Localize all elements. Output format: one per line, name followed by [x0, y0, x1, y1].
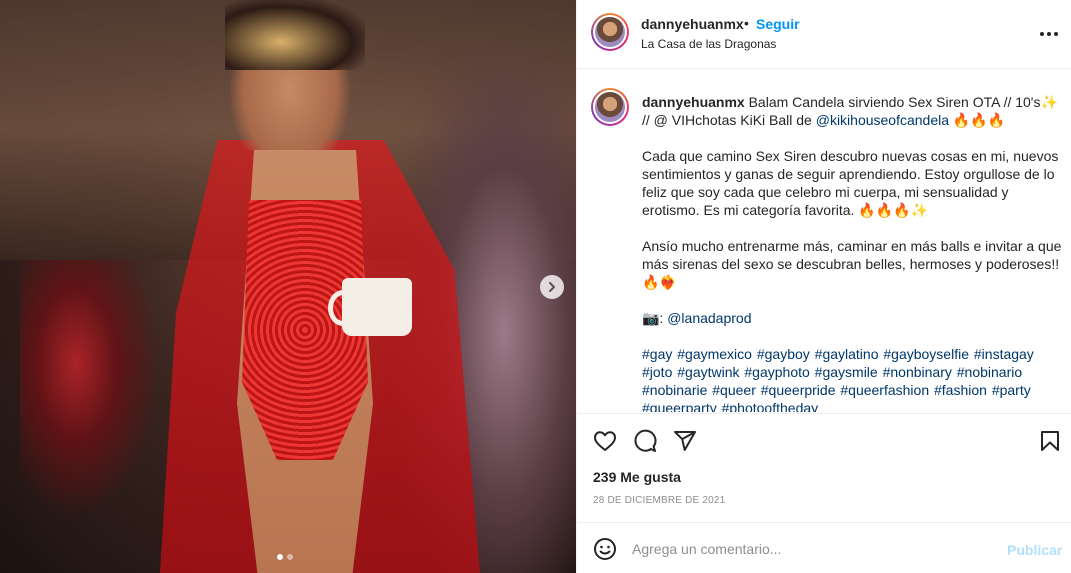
- post-panel: dannyehuanmx • Seguir La Casa de las Dra…: [576, 0, 1071, 573]
- more-icon: [1040, 32, 1058, 36]
- subject-hair: [225, 0, 365, 70]
- caption-line1-end: 🔥🔥🔥: [949, 112, 1006, 128]
- comment-icon: [634, 429, 657, 452]
- bookmark-icon: [1041, 431, 1059, 451]
- caption-avatar[interactable]: [591, 88, 629, 126]
- like-button[interactable]: [591, 427, 619, 455]
- like-count[interactable]: 239 Me gusta: [593, 469, 681, 485]
- location-link[interactable]: La Casa de las Dragonas: [641, 37, 776, 51]
- media-background-lights: [20, 260, 160, 520]
- post-date: 28 DE DICIEMBRE DE 2021: [593, 495, 726, 506]
- caption-username[interactable]: dannyehuanmx: [642, 94, 745, 110]
- action-bar: [577, 413, 1071, 468]
- comment-input[interactable]: [632, 537, 992, 561]
- caption-paragraph-3: Ansío mucho entrenarme más, caminar en m…: [642, 238, 1062, 290]
- post-caption: dannyehuanmx Balam Candela sirviendo Sex…: [577, 70, 1071, 412]
- separator: •: [744, 15, 749, 31]
- comment-button[interactable]: [631, 427, 659, 455]
- photo-credit-link[interactable]: @lanadaprod: [667, 310, 751, 326]
- share-button[interactable]: [671, 427, 699, 455]
- follow-button[interactable]: Seguir: [756, 16, 800, 32]
- publish-button[interactable]: Publicar: [1007, 542, 1062, 558]
- chevron-right-icon: [549, 282, 555, 292]
- post-media[interactable]: [0, 0, 576, 573]
- carousel-dot-active: [277, 554, 283, 560]
- carousel-indicator: [277, 554, 293, 560]
- next-image-button[interactable]: [540, 275, 564, 299]
- photo-credit-prefix: 📷:: [642, 310, 668, 326]
- heart-icon: [594, 431, 616, 451]
- subject-mug: [328, 278, 412, 336]
- carousel-dot: [287, 554, 293, 560]
- emoji-button[interactable]: [593, 537, 617, 561]
- mention-link[interactable]: @kikihouseofcandela: [816, 112, 949, 128]
- more-options-button[interactable]: [1037, 22, 1061, 46]
- share-icon: [674, 431, 696, 451]
- comment-bar: Publicar: [577, 522, 1071, 573]
- hashtags[interactable]: #gay #gaymexico #gayboy #gaylatino #gayb…: [642, 345, 1062, 412]
- caption-text: dannyehuanmx Balam Candela sirviendo Sex…: [642, 93, 1062, 412]
- caption-paragraph-2: Cada que camino Sex Siren descubro nueva…: [642, 148, 1059, 218]
- post-header: dannyehuanmx • Seguir La Casa de las Dra…: [577, 0, 1071, 69]
- save-button[interactable]: [1036, 427, 1064, 455]
- avatar[interactable]: [591, 13, 629, 51]
- media-subject: [160, 0, 480, 573]
- emoji-icon: [594, 538, 616, 560]
- username[interactable]: dannyehuanmx: [641, 16, 744, 32]
